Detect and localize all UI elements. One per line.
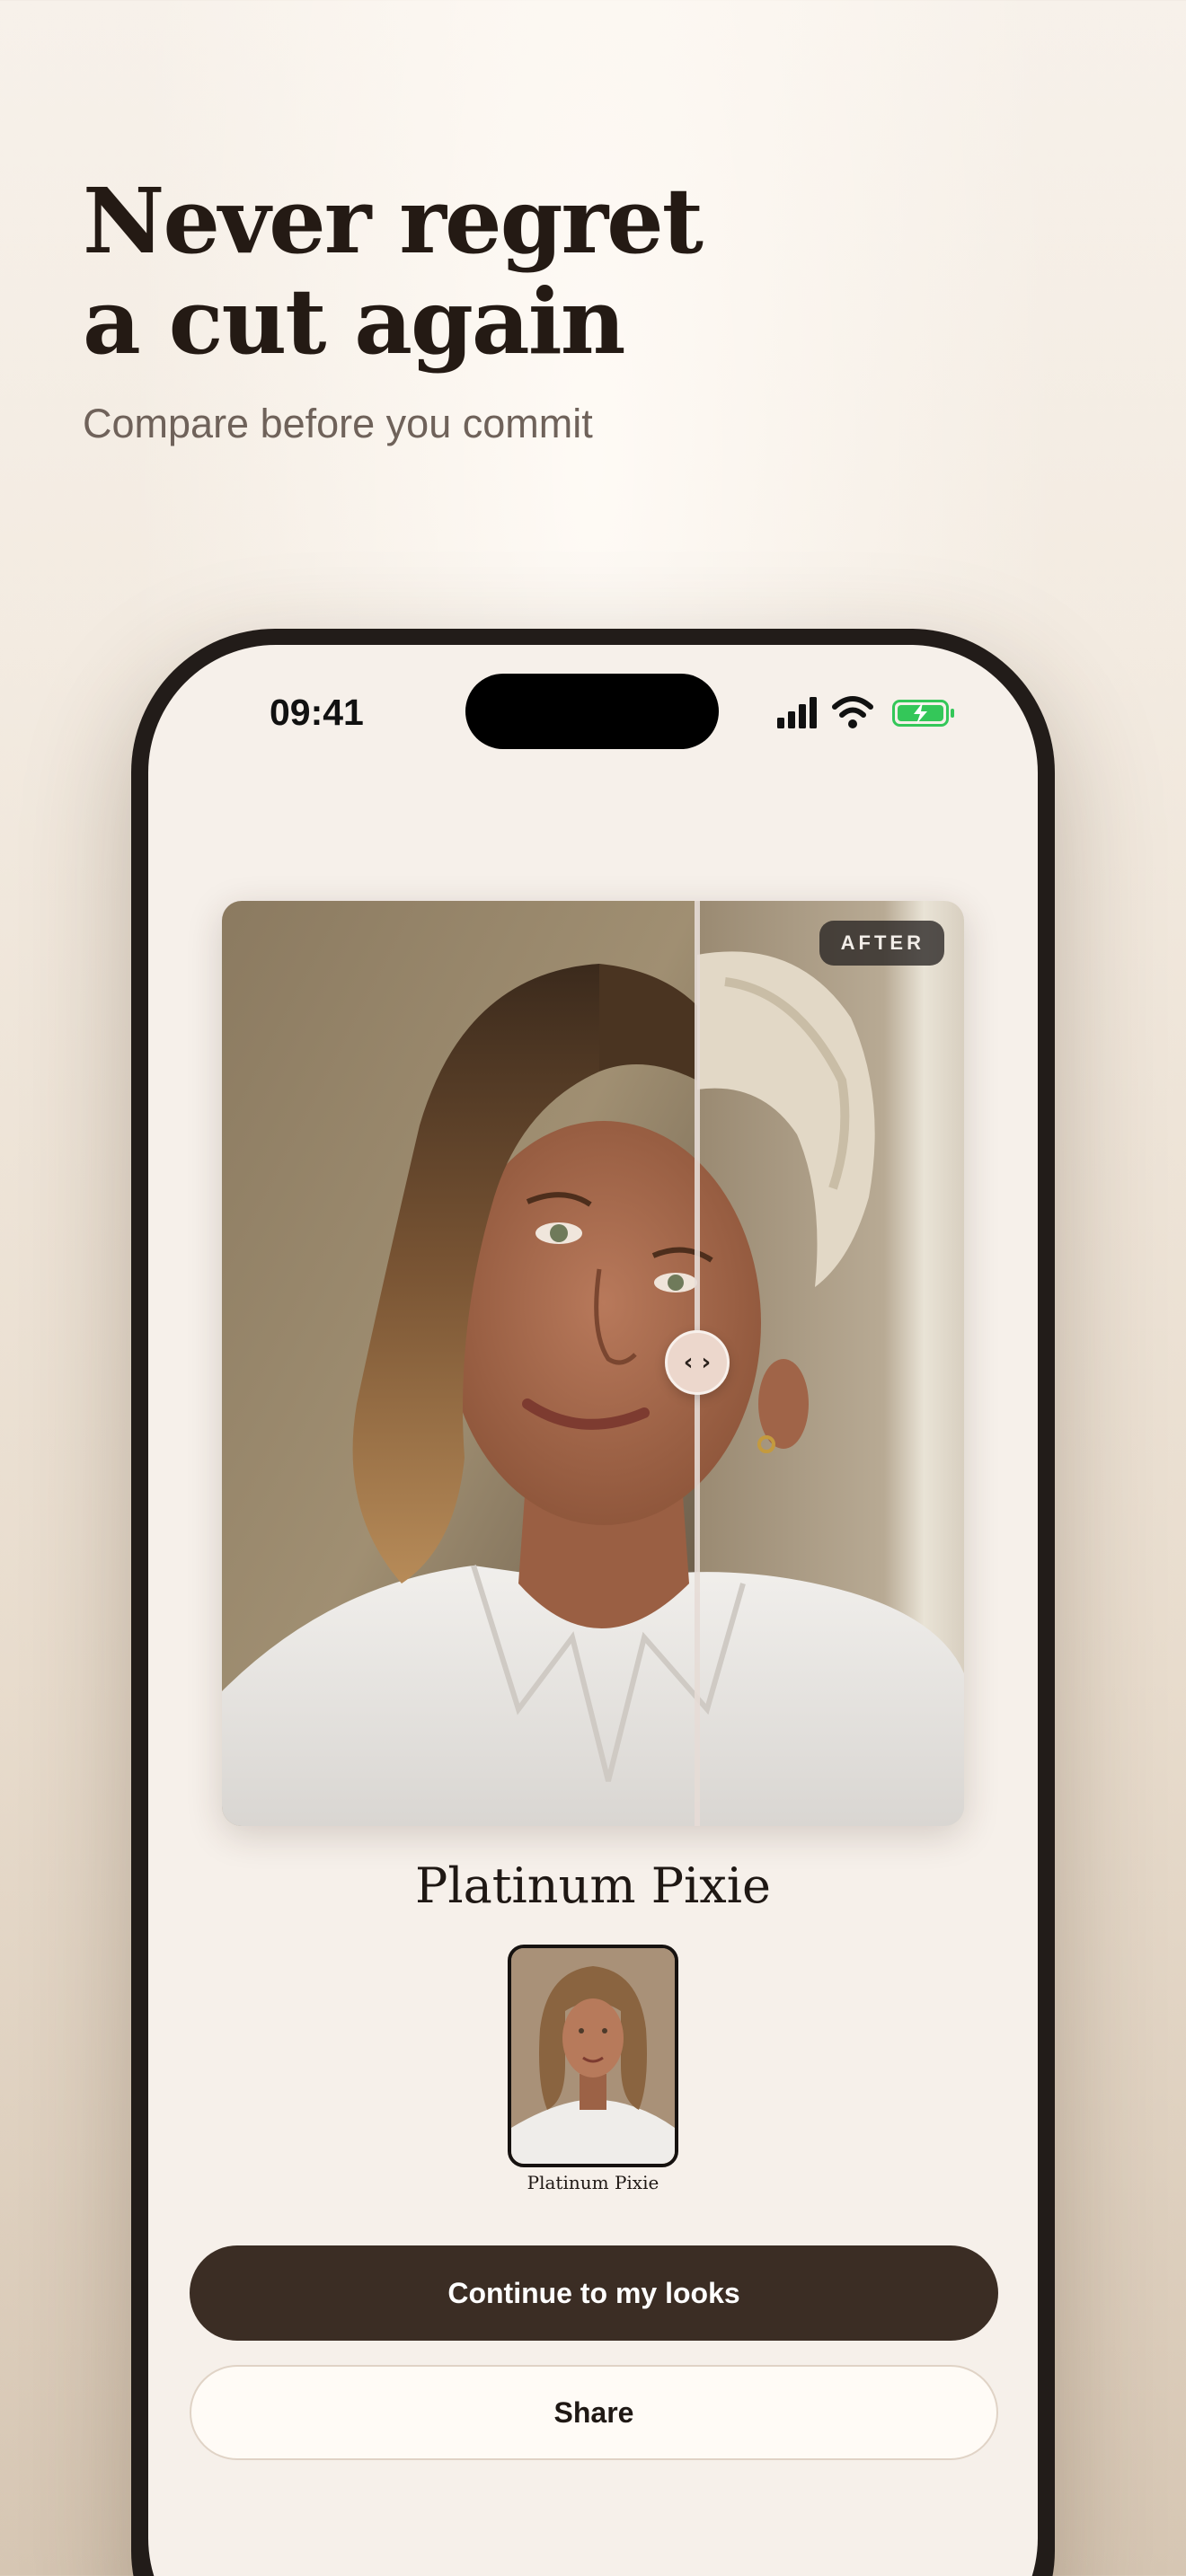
comparison-slider-handle[interactable]: ‹ › [665, 1330, 730, 1395]
style-thumbnail[interactable] [508, 1945, 678, 2167]
share-button[interactable]: Share [190, 2365, 998, 2460]
headline-line-2: a cut again [83, 269, 625, 375]
wifi-icon [832, 696, 873, 728]
battery-charging-icon [892, 700, 954, 727]
status-icons [777, 696, 954, 728]
continue-button[interactable]: Continue to my looks [190, 2245, 998, 2341]
subheadline: Compare before you commit [83, 401, 593, 446]
portrait-photo [222, 901, 964, 1826]
status-time: 09:41 [270, 692, 364, 733]
thumbnail-photo [511, 1948, 675, 2164]
style-name: Platinum Pixie [415, 1857, 771, 1914]
cellular-signal-icon [777, 697, 817, 728]
after-badge: AFTER [819, 921, 944, 966]
headline-line-1: Never regret [83, 168, 704, 274]
phone-screen: 09:41 ‹ › AFTER Platinum Pixie Platinum … [148, 645, 1038, 2576]
before-after-comparison[interactable]: ‹ › AFTER [222, 901, 964, 1826]
thumbnail-label: Platinum Pixie [527, 2172, 659, 2193]
headline: Never regret a cut again [83, 168, 704, 375]
dynamic-island [465, 674, 719, 749]
